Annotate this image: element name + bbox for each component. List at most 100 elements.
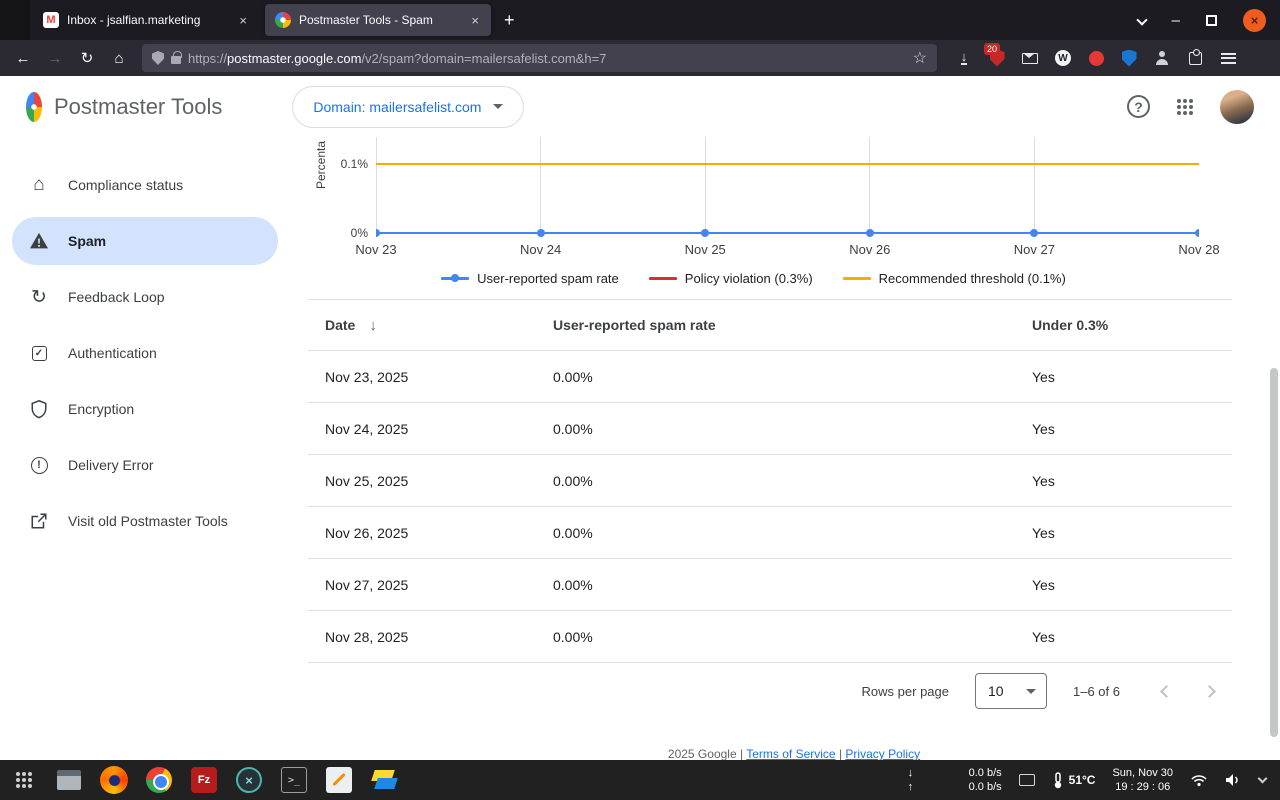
pagination-range: 1–6 of 6 xyxy=(1073,683,1120,699)
apps-grid-icon[interactable] xyxy=(1176,98,1194,116)
ublock-extension-icon[interactable]: 20 xyxy=(984,43,1006,67)
upload-arrow-icon: ↑ xyxy=(907,781,914,793)
net-up-value: 0.0 b/s xyxy=(968,781,1002,793)
legend-swatch xyxy=(648,273,677,283)
cell-under: Yes xyxy=(1032,420,1055,437)
temperature-indicator[interactable]: 51°C xyxy=(1052,771,1096,789)
sort-descending-icon[interactable]: ↓ xyxy=(369,317,377,334)
bookmark-star-icon[interactable]: ☆ xyxy=(913,48,927,68)
show-applications-icon[interactable] xyxy=(8,764,40,796)
account-icon[interactable] xyxy=(1153,49,1171,67)
cell-date: Nov 28, 2025 xyxy=(325,628,409,645)
text-editor-icon[interactable] xyxy=(323,764,355,796)
temperature-value: 51°C xyxy=(1068,773,1096,787)
home-button[interactable]: ⌂ xyxy=(104,44,134,72)
sidebar-item-spam[interactable]: Spam xyxy=(12,217,278,265)
extensions-puzzle-icon[interactable] xyxy=(1186,48,1204,67)
avatar[interactable] xyxy=(1220,89,1254,124)
cell-rate: 0.00% xyxy=(553,368,593,385)
chart-data-point[interactable] xyxy=(536,229,545,237)
back-button[interactable]: ← xyxy=(8,44,38,72)
sidebar-item-label: Authentication xyxy=(68,345,157,361)
minimize-button[interactable]: – xyxy=(1172,12,1180,29)
postmaster-favicon xyxy=(275,12,291,28)
sidebar-item-label: Feedback Loop xyxy=(68,289,165,305)
url-bar[interactable]: https://postmaster.google.com/v2/spam?do… xyxy=(142,44,937,72)
tab-close-icon[interactable]: × xyxy=(469,13,481,28)
column-header-date[interactable]: Date ↓ xyxy=(308,317,553,334)
sidebar-item-visit-old[interactable]: Visit old Postmaster Tools xyxy=(12,497,278,545)
next-page-icon[interactable] xyxy=(1203,684,1216,698)
chevron-down-icon xyxy=(1026,688,1036,694)
lock-icon[interactable] xyxy=(171,51,182,64)
chart-data-point[interactable] xyxy=(865,229,874,237)
close-window-button[interactable]: × xyxy=(1243,8,1266,32)
forward-button[interactable]: → xyxy=(40,44,70,72)
loop-icon: ↻ xyxy=(31,286,47,308)
net-down-value: 0.0 b/s xyxy=(968,767,1002,779)
rows-per-page-select[interactable]: 10 xyxy=(975,673,1047,709)
layers-app-icon[interactable] xyxy=(368,764,400,796)
scrollbar-thumb[interactable] xyxy=(1270,368,1278,737)
shield-extension-icon[interactable] xyxy=(1120,49,1138,67)
error-circle-icon: ! xyxy=(28,454,50,476)
sidebar-item-compliance-status[interactable]: ⌂ Compliance status xyxy=(12,161,278,209)
app-header: Postmaster Tools Domain: mailersafelist.… xyxy=(0,76,1280,137)
terminal-icon[interactable]: >_ xyxy=(278,764,310,796)
external-link-icon xyxy=(28,510,50,532)
tab-title: Inbox - jsalfian.marketing xyxy=(67,13,201,27)
chart-data-point[interactable] xyxy=(701,229,710,237)
downloads-icon[interactable]: ↓ xyxy=(955,49,973,67)
cell-under: Yes xyxy=(1032,576,1055,593)
chrome-icon[interactable] xyxy=(143,764,175,796)
tab-inbox[interactable]: M Inbox - jsalfian.marketing × xyxy=(33,4,259,36)
chart-data-point[interactable] xyxy=(376,229,380,237)
list-tabs-icon[interactable] xyxy=(1135,14,1148,26)
window-app-icon xyxy=(0,0,30,40)
nav-toolbar: ← → ↻ ⌂ https://postmaster.google.com/v2… xyxy=(0,40,1280,76)
cell-date: Nov 23, 2025 xyxy=(325,368,409,385)
sidebar-item-delivery-error[interactable]: ! Delivery Error xyxy=(12,441,278,489)
privacy-link[interactable]: Privacy Policy xyxy=(845,747,920,760)
reload-button[interactable]: ↻ xyxy=(72,44,102,72)
terms-link[interactable]: Terms of Service xyxy=(746,747,835,760)
screen: M Inbox - jsalfian.marketing × Postmaste… xyxy=(0,0,1280,800)
domain-selector[interactable]: Domain: mailersafelist.com xyxy=(292,85,525,128)
sidebar-item-label: Spam xyxy=(68,233,107,249)
url-scheme: https:// xyxy=(188,50,228,66)
cell-under: Yes xyxy=(1032,628,1055,645)
chart-gridline xyxy=(1033,137,1035,233)
file-manager-icon[interactable] xyxy=(53,764,85,796)
chart-data-point[interactable] xyxy=(1195,229,1199,237)
tab-close-icon[interactable]: × xyxy=(237,13,249,28)
new-tab-button[interactable]: + xyxy=(494,10,525,31)
chart-y-axis: Percenta 0.1% 0% xyxy=(308,137,376,240)
adblock-extension-icon[interactable] xyxy=(1087,49,1105,67)
tab-postmaster[interactable]: Postmaster Tools - Spam × xyxy=(265,4,491,36)
sidebar-item-feedback-loop[interactable]: ↻ Feedback Loop xyxy=(12,273,278,321)
cell-date: Nov 24, 2025 xyxy=(325,420,409,437)
clock[interactable]: Sun, Nov 30 19 : 29 : 06 xyxy=(1112,766,1173,794)
mail-extension-icon[interactable] xyxy=(1021,49,1039,67)
system-monitor-icon[interactable] xyxy=(1018,774,1035,786)
x-app-icon[interactable]: × xyxy=(233,764,265,796)
sidebar-item-authentication[interactable]: ✓ Authentication xyxy=(12,329,278,377)
help-icon[interactable]: ? xyxy=(1127,95,1150,118)
firefox-icon[interactable] xyxy=(98,764,130,796)
chart-plot xyxy=(376,137,1199,238)
chart-data-point[interactable] xyxy=(1030,229,1039,237)
wayback-extension-icon[interactable]: W xyxy=(1054,49,1072,67)
network-speed[interactable]: ↓ 0.0 b/s ↑ 0.0 b/s xyxy=(908,766,1002,794)
maximize-button[interactable] xyxy=(1206,14,1217,26)
menu-hamburger-icon[interactable] xyxy=(1219,49,1237,67)
volume-icon[interactable] xyxy=(1225,773,1242,787)
wifi-icon[interactable] xyxy=(1190,773,1208,787)
tray-expand-icon[interactable] xyxy=(1257,773,1268,784)
url-text[interactable]: https://postmaster.google.com/v2/spam?do… xyxy=(188,51,906,66)
tracking-protection-icon[interactable] xyxy=(152,51,164,65)
filezilla-icon[interactable]: Fz xyxy=(188,764,220,796)
pagination-controls xyxy=(1160,684,1216,698)
sidebar-item-encryption[interactable]: Encryption xyxy=(12,385,278,433)
sidebar-item-label: Compliance status xyxy=(68,177,184,193)
previous-page-icon[interactable] xyxy=(1160,684,1173,698)
